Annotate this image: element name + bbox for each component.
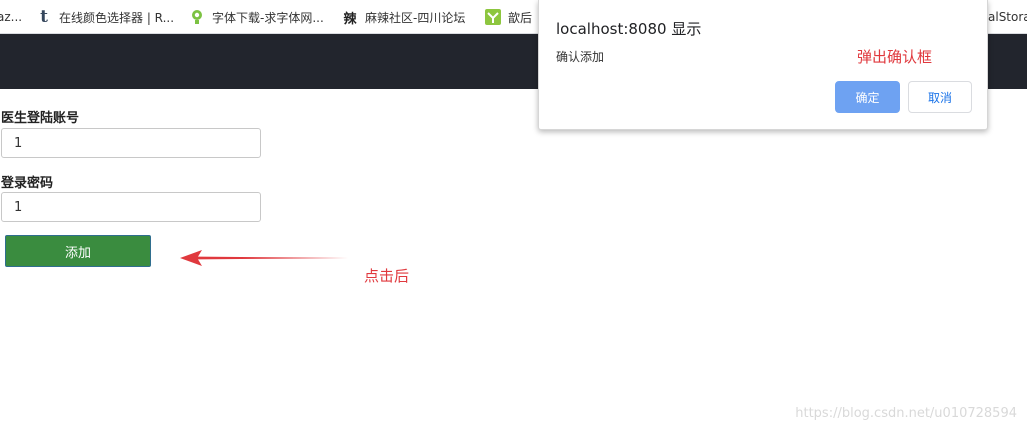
lightbulb-icon [189, 9, 205, 25]
bookmark-mala-forum[interactable]: 辣 麻辣社区-四川论坛 [342, 6, 465, 28]
bookmark-label: az... [0, 10, 23, 24]
password-label: 登录密码 [1, 176, 54, 191]
bookmark-label: 字体下载-求字体网... [212, 10, 324, 25]
bookmark-color-picker[interactable]: t 在线颜色选择器 | R... [36, 6, 174, 28]
dialog-title: localhost:8080 显示 [556, 20, 702, 38]
bookmark-cut-off-right[interactable]: alStora [988, 6, 1027, 28]
screenshot-root: az... t 在线颜色选择器 | R... 字体下载-求字体网... 辣 麻辣… [0, 0, 1027, 433]
watermark: https://blog.csdn.net/u010728594 [795, 406, 1017, 421]
bookmark-label: alStora [988, 10, 1027, 24]
bookmark-label: 歆后 [508, 10, 533, 25]
account-input[interactable] [1, 128, 261, 158]
bookmark-label: 在线颜色选择器 | R... [59, 10, 175, 25]
password-input[interactable] [1, 192, 261, 222]
tumblr-t-icon: t [40, 7, 48, 27]
confirm-cancel-button[interactable]: 取消 [908, 81, 972, 113]
bookmark-truncated[interactable]: 歆后 [485, 6, 532, 28]
add-button[interactable]: 添加 [5, 235, 151, 267]
bookmark-font-download[interactable]: 字体下载-求字体网... [189, 6, 324, 28]
green-leaf-icon [485, 9, 501, 25]
dialog-annotation: 弹出确认框 [857, 48, 933, 66]
bookmark-cut-off-left[interactable]: az... [0, 6, 22, 28]
click-annotation: 点击后 [364, 267, 410, 285]
dialog-message: 确认添加 [556, 50, 605, 64]
red-arrow-annotation [180, 250, 348, 266]
confirm-ok-button[interactable]: 确定 [835, 81, 900, 113]
han-character-icon: 辣 [343, 11, 357, 27]
account-label: 医生登陆账号 [1, 111, 80, 126]
bookmark-label: 麻辣社区-四川论坛 [365, 10, 466, 25]
